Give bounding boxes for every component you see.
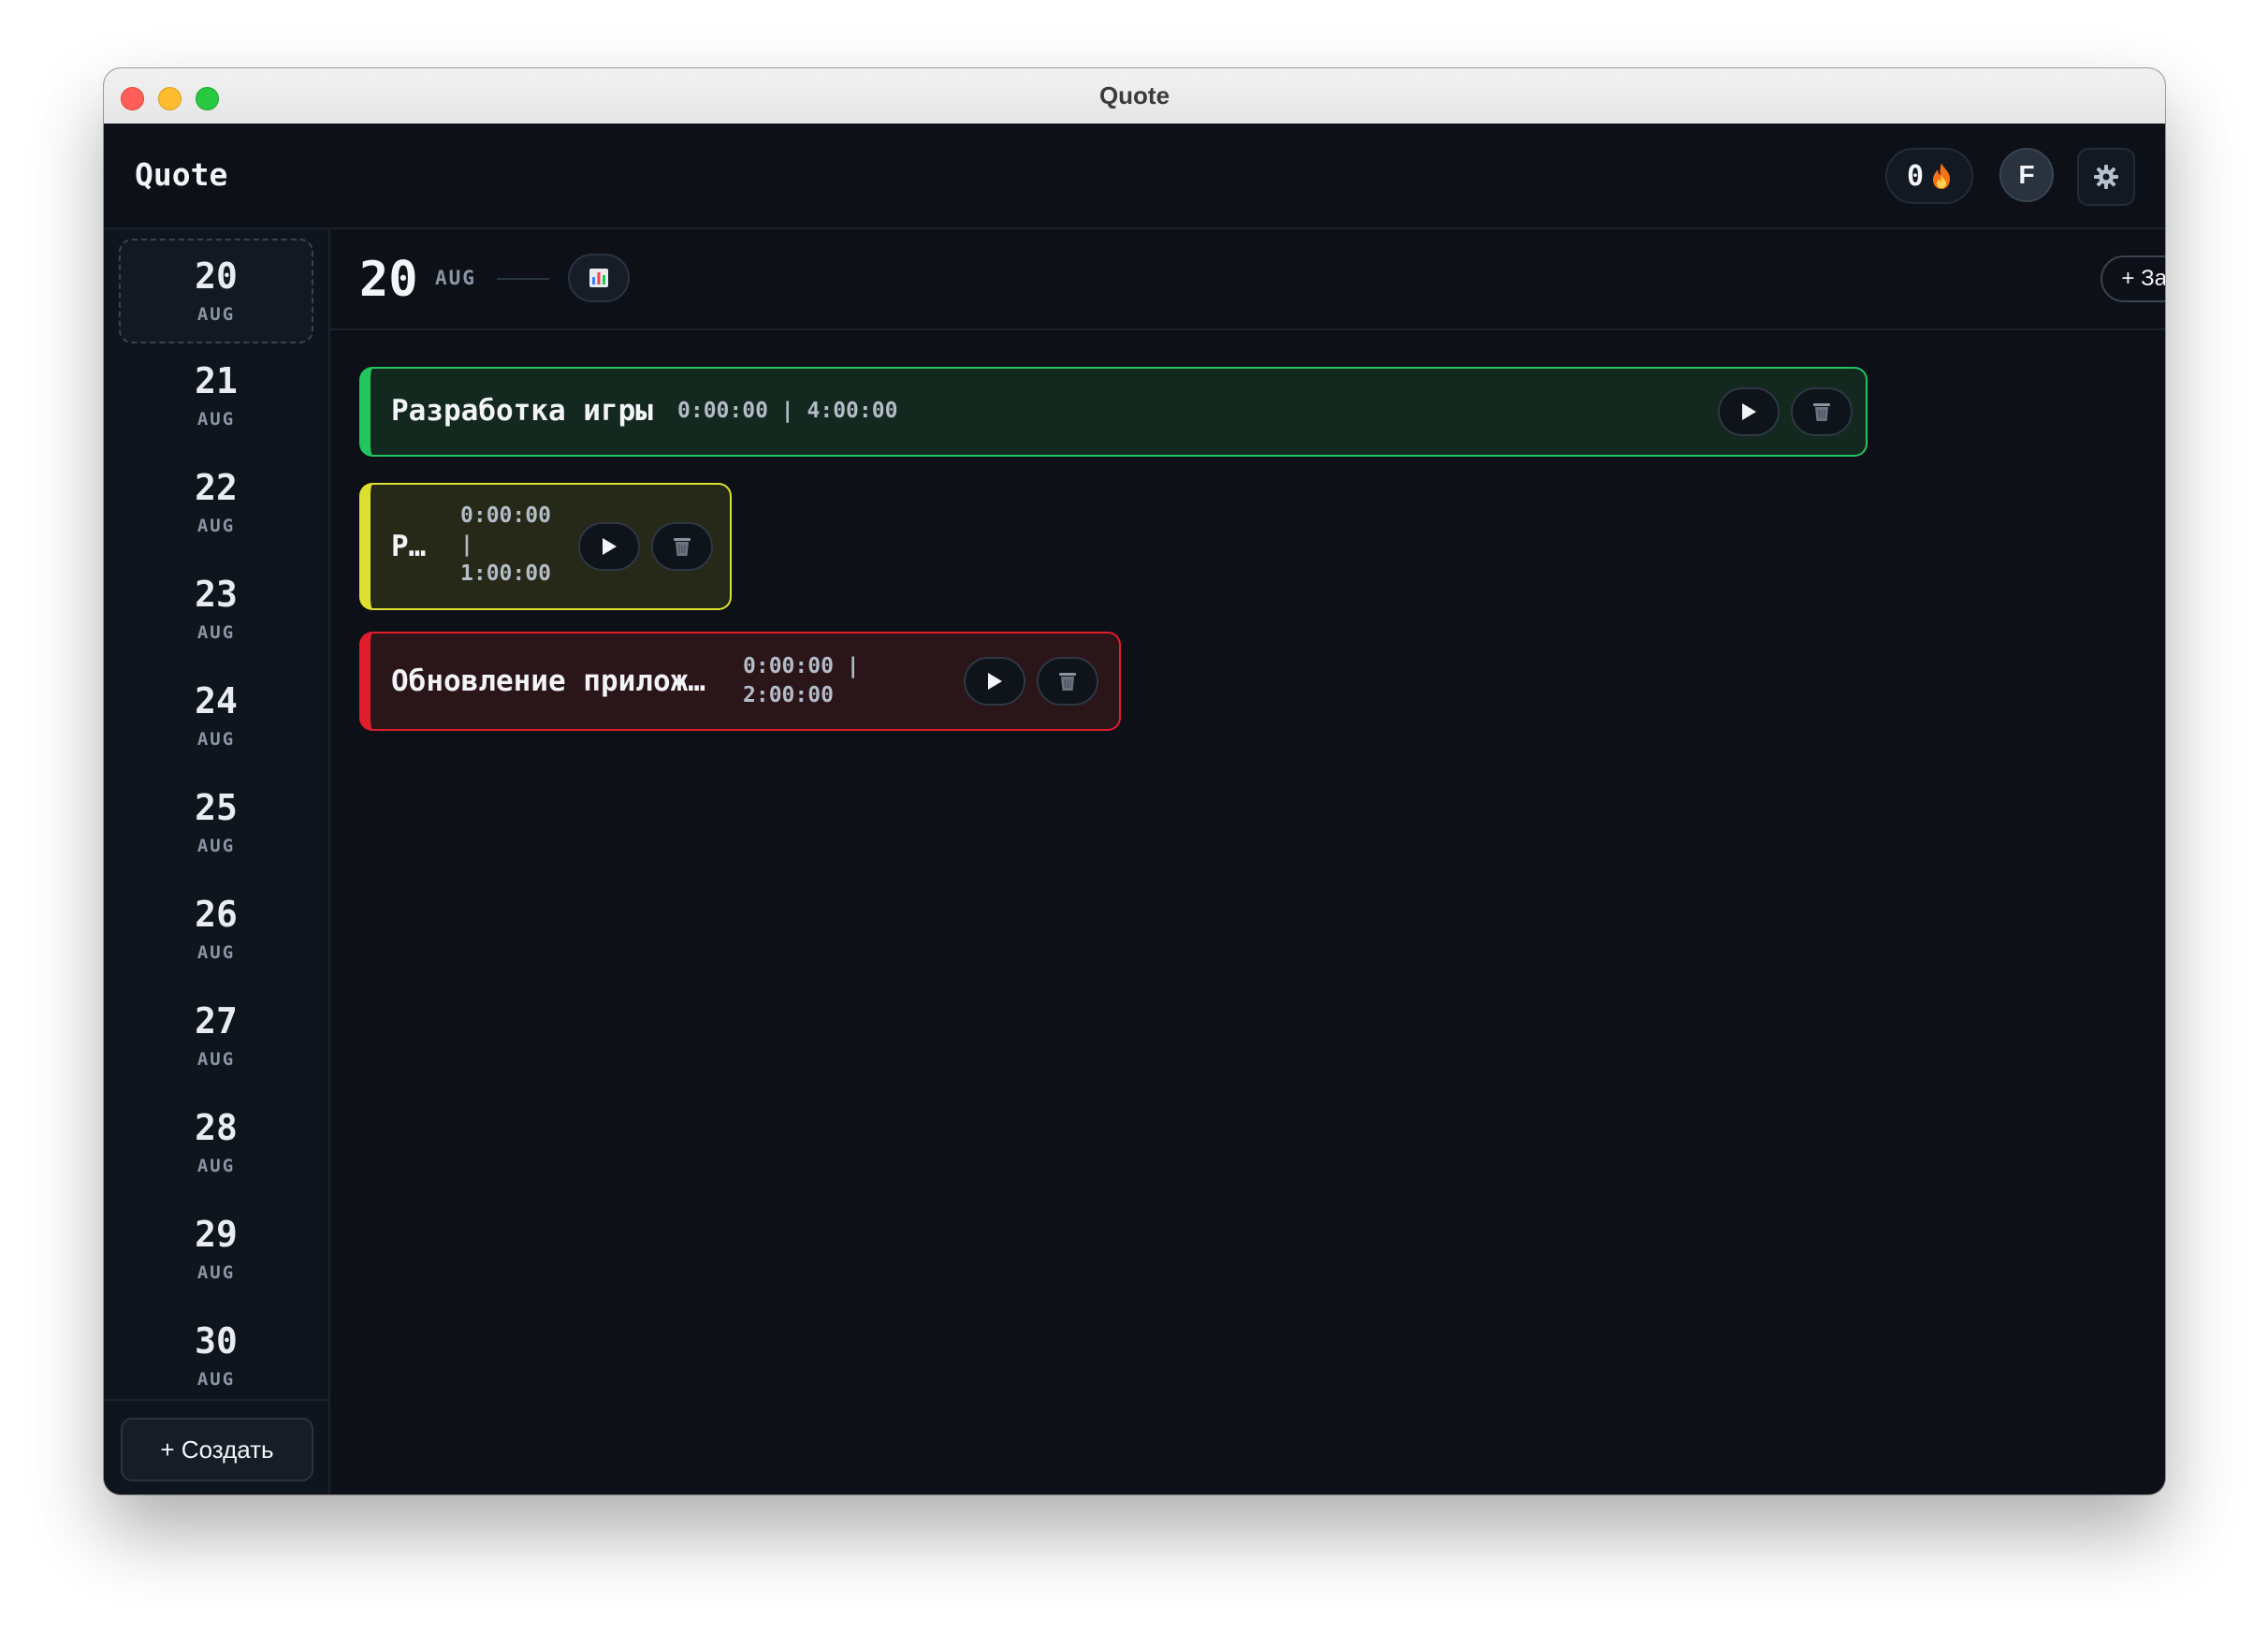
day-number: 20 [195,255,238,297]
task-time: 0:00:00 | 4:00:00 [677,397,897,426]
date-sidebar: 20 AUG 21 AUG 22 AUG 23 AUG 24 AUG 25 AU… [104,229,330,1494]
day-number: 26 [195,894,238,935]
day-number: 22 [195,467,238,508]
day-month: AUG [196,1049,236,1070]
play-icon [988,673,1002,690]
avatar[interactable]: F [1999,148,2054,202]
play-icon [603,538,617,555]
app-brand: Quote [135,156,228,193]
task-time-separator: | [846,654,860,678]
task-elapsed: 0:00:00 [743,654,834,678]
day-month: AUG [196,304,236,325]
day-month: AUG [196,1156,236,1176]
settings-button[interactable] [2077,148,2135,206]
task-card[interactable]: Р… 0:00:00 | 1:00:00 [359,483,732,610]
bar-chart-icon [589,269,608,287]
day-number: 28 [195,1107,238,1148]
task-card[interactable]: Обновление прилож… 0:00:00 | 2:00:00 [359,632,1121,731]
delete-button[interactable] [651,522,713,571]
add-task-button[interactable]: + Задача [2101,255,2165,302]
sidebar-day-24[interactable]: 24 AUG [119,665,313,770]
trash-icon [674,538,691,556]
streak-badge[interactable]: 0 [1885,148,1973,204]
day-month: AUG [196,1369,236,1390]
day-number: 29 [195,1214,238,1255]
sidebar-day-20[interactable]: 20 AUG [119,239,313,343]
delete-button[interactable] [1791,387,1853,436]
day-number: 23 [195,574,238,615]
app-header: Quote 0 F [104,124,2165,229]
day-month: AUG [196,729,236,750]
day-month: AUG [196,409,236,430]
create-button[interactable]: + Создать [121,1418,313,1481]
sidebar-day-27[interactable]: 27 AUG [119,985,313,1090]
play-button[interactable] [964,657,1025,706]
day-number: 27 [195,1000,238,1042]
main-panel: 20 AUG + Задача Разработка игры 0:00:00 … [330,229,2165,1494]
window-title: Quote [1098,81,1170,109]
sidebar-day-23[interactable]: 23 AUG [119,559,313,663]
task-elapsed: 0:00:00 [677,399,768,423]
task-time-separator: | [460,532,473,557]
day-month: AUG [196,1262,236,1283]
trash-icon [1813,403,1830,421]
sidebar-day-22[interactable]: 22 AUG [119,452,313,557]
sidebar-divider [104,1399,328,1401]
sidebar-day-21[interactable]: 21 AUG [119,345,313,450]
task-planned: 1:00:00 [460,561,551,586]
current-date-month: AUG [435,267,476,289]
task-name: Р… [391,530,427,563]
day-number: 25 [195,787,238,828]
day-number: 21 [195,360,238,401]
play-icon [1742,403,1756,420]
task-time: 0:00:00 | 2:00:00 [743,652,893,710]
task-time: 0:00:00 | 1:00:00 [460,502,573,589]
streak-count: 0 [1906,159,1925,193]
sidebar-day-29[interactable]: 29 AUG [119,1199,313,1304]
trash-icon [1059,673,1076,691]
title-bar: Quote [104,68,2165,124]
day-month: AUG [196,516,236,536]
current-date-number: 20 [359,252,418,308]
delete-button[interactable] [1037,657,1098,706]
date-divider [497,278,549,280]
task-planned: 4:00:00 [807,399,898,423]
task-time-separator: | [780,399,794,423]
day-month: AUG [196,622,236,643]
fire-icon [1933,163,1951,189]
play-button[interactable] [578,522,640,571]
day-number: 30 [195,1320,238,1362]
app-window: Quote Quote 0 F 20 AUG 21 AUG 22 AUG 23 … [104,68,2165,1494]
day-month: AUG [196,942,236,963]
task-name: Обновление прилож… [391,664,705,698]
task-name: Разработка игры [391,394,653,428]
gear-icon [2094,165,2118,189]
day-number: 24 [195,680,238,721]
sidebar-day-28[interactable]: 28 AUG [119,1092,313,1197]
task-card[interactable]: Разработка игры 0:00:00 | 4:00:00 [359,367,1868,457]
sidebar-day-30[interactable]: 30 AUG [119,1305,313,1410]
play-button[interactable] [1718,387,1780,436]
task-elapsed: 0:00:00 [460,503,551,528]
sidebar-day-26[interactable]: 26 AUG [119,879,313,984]
stats-button[interactable] [568,254,630,302]
day-header: 20 AUG + Задача [330,229,2165,330]
day-month: AUG [196,836,236,856]
sidebar-day-25[interactable]: 25 AUG [119,772,313,877]
task-planned: 2:00:00 [743,683,834,707]
